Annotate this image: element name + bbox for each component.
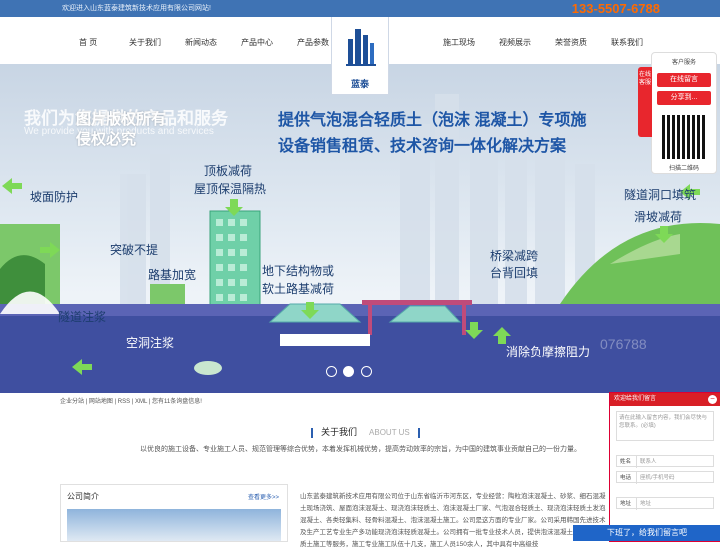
phone-field[interactable]: 电话 座机/手机号码 — [616, 471, 714, 484]
label-friction: 消除负摩擦阻力 — [506, 345, 591, 359]
slide-dot-2[interactable] — [343, 366, 354, 377]
address-label: 地址 — [617, 498, 637, 510]
label-underground-2: 软土路基减荷 — [262, 282, 335, 296]
minimize-icon[interactable]: − — [708, 395, 717, 404]
top-bar: 欢迎进入山东蓝泰建筑新技术应用有限公司网站! 133-5507-6788 — [0, 0, 720, 17]
about-heading: 关于我们 ABOUT US — [303, 425, 428, 438]
phone-label: 电话 — [617, 472, 637, 484]
message-textarea[interactable]: 请在此输入留言内容，我们会尽快与您联系。(必填) — [616, 411, 714, 441]
site-links[interactable]: 企业分站 | 网站地图 | RSS | XML | 您有11条询盘信息! — [60, 396, 202, 405]
online-message-button[interactable]: 在线留言 — [657, 73, 711, 87]
name-placeholder: 联系人 — [640, 459, 657, 465]
nav-news[interactable]: 新闻动态 — [185, 37, 217, 48]
phone-ghost: 076788 — [600, 336, 647, 352]
label-slope: 坡面防护 — [30, 190, 79, 204]
address-field[interactable]: 地址 地址 — [616, 497, 714, 510]
company-intro: 山东蓝泰建筑新技术应用有限公司位于山东省临沂市河东区，专业经营：陶粒泡沫混凝土、… — [300, 493, 606, 548]
label-roof-1: 顶板减荷 — [204, 164, 253, 178]
label-tunnel-entry: 隧道洞口填筑 — [624, 188, 697, 202]
label-underground-1: 地下结构物或 — [262, 264, 335, 278]
building-logo-icon — [346, 29, 376, 66]
service-title: 客户服务 — [671, 60, 696, 66]
heading-bar-left — [311, 427, 313, 438]
heading-bar-right — [417, 427, 420, 438]
message-popup: 欢迎给我们留言 − 请在此输入留言内容，我们会尽快与您联系。(必填) 姓名 联系人… — [573, 392, 720, 542]
label-breakthrough: 突破不提 — [110, 243, 159, 257]
service-tab[interactable]: 在线客服 — [638, 67, 652, 137]
message-title: 欢迎给我们留言 — [614, 396, 657, 402]
qr-code — [662, 115, 706, 159]
qr-label: 扫描二维码 — [668, 166, 699, 172]
logo-text: 蓝泰 — [350, 79, 369, 89]
slide-dot-1[interactable] — [326, 366, 337, 377]
company-logo[interactable]: 蓝泰 — [331, 17, 389, 95]
company-photo — [67, 509, 281, 541]
nav-contact[interactable]: 联系我们 — [611, 37, 643, 48]
share-button[interactable]: 分享到... — [657, 91, 711, 105]
view-more-link[interactable]: 查看更多>> — [248, 492, 279, 501]
label-roadbed: 路基加宽 — [148, 268, 197, 282]
nav-videos[interactable]: 视频展示 — [499, 37, 531, 48]
about-description: 以优良的施工设备、专业施工人员、规范管理等综合优势，本着发挥机械优势，提高劳动效… — [140, 446, 581, 453]
watermark-line1: 图片版权所有 — [76, 111, 167, 128]
customer-service-panel: 在线客服 客户服务 在线留言 分享到... 扫描二维码 — [638, 52, 717, 174]
about-title-en: ABOUT US — [369, 428, 410, 437]
company-profile-card: 公司简介 查看更多>> — [60, 484, 288, 542]
label-roof-2: 屋顶保温隔热 — [194, 182, 267, 196]
hotline-number: 133-5507-6788 — [571, 1, 660, 16]
submit-message-button[interactable]: 下班了，给我们留言吧 — [573, 525, 720, 541]
welcome-text: 欢迎进入山东蓝泰建筑新技术应用有限公司网站! — [62, 5, 211, 12]
label-bridge-1: 桥梁减跨 — [490, 249, 539, 263]
about-title: 关于我们 — [321, 427, 358, 437]
banner-headline-2: 设备销售租赁、技术咨询一体化解决方案 — [278, 138, 567, 155]
banner-headline-1: 提供气泡混合轻质土（泡沫 混凝土）专项施 — [278, 112, 587, 129]
label-tunnel-fill: 隧道注浆 — [58, 310, 107, 324]
address-placeholder: 地址 — [640, 501, 652, 507]
watermark-line2: 侵权必究 — [76, 131, 137, 148]
phone-placeholder: 座机/手机号码 — [640, 475, 675, 481]
nav-params[interactable]: 产品参数 — [297, 37, 329, 48]
name-label: 姓名 — [617, 456, 637, 468]
name-field[interactable]: 姓名 联系人 — [616, 455, 714, 468]
nav-honors[interactable]: 荣誉资质 — [555, 37, 587, 48]
nav-about[interactable]: 关于我们 — [129, 37, 161, 48]
message-header: 欢迎给我们留言 — [610, 393, 720, 406]
label-cavity: 空洞注浆 — [126, 336, 175, 350]
profile-title: 公司简介 — [67, 492, 99, 501]
slide-dot-3[interactable] — [361, 366, 372, 377]
label-landslide: 滑坡减荷 — [634, 210, 683, 224]
hero-banner: 我们为您提供的产品和服务 We provide you with product… — [0, 64, 720, 393]
label-bridge-2: 台背回填 — [490, 266, 539, 280]
nav-products[interactable]: 产品中心 — [241, 37, 273, 48]
nav-sites[interactable]: 施工现场 — [443, 37, 475, 48]
nav-home[interactable]: 首 页 — [79, 37, 97, 48]
